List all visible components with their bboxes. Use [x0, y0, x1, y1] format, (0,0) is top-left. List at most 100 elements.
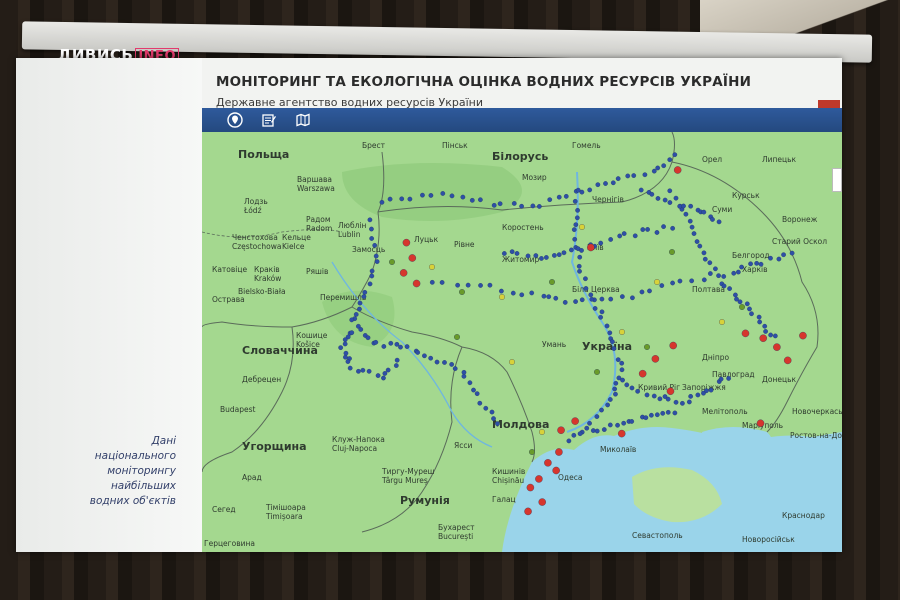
monitoring-point[interactable] — [643, 415, 649, 421]
monitoring-point[interactable] — [541, 293, 547, 299]
monitoring-point[interactable] — [638, 369, 647, 378]
monitoring-point[interactable] — [615, 422, 620, 428]
monitoring-point[interactable] — [575, 207, 580, 213]
monitoring-point[interactable] — [718, 376, 724, 382]
monitoring-point[interactable] — [666, 387, 675, 395]
monitoring-point[interactable] — [587, 420, 592, 426]
monitoring-point[interactable] — [607, 330, 613, 336]
monitoring-point[interactable] — [369, 236, 374, 241]
monitoring-point[interactable] — [747, 306, 752, 312]
monitoring-point[interactable] — [501, 251, 507, 256]
monitoring-point[interactable] — [607, 397, 613, 402]
monitoring-point[interactable] — [681, 203, 686, 209]
monitoring-point[interactable] — [399, 269, 408, 277]
monitoring-point[interactable] — [672, 152, 678, 158]
monitoring-point[interactable] — [393, 363, 399, 368]
monitoring-point[interactable] — [707, 271, 713, 276]
monitoring-point[interactable] — [741, 329, 750, 338]
monitoring-point[interactable] — [524, 507, 532, 516]
monitoring-point[interactable] — [579, 248, 584, 253]
monitoring-point[interactable] — [612, 386, 618, 392]
monitoring-point[interactable] — [595, 182, 601, 188]
monitoring-point[interactable] — [654, 279, 660, 285]
monitoring-point[interactable] — [697, 243, 703, 249]
monitoring-point[interactable] — [467, 380, 473, 386]
monitoring-point[interactable] — [387, 196, 393, 202]
monitoring-point[interactable] — [642, 172, 648, 178]
map-scrollbar[interactable] — [832, 168, 842, 192]
monitoring-point[interactable] — [546, 294, 552, 300]
monitoring-point[interactable] — [629, 385, 635, 391]
monitoring-point[interactable] — [544, 459, 552, 467]
monitoring-point[interactable] — [647, 288, 652, 294]
monitoring-point[interactable] — [695, 392, 701, 398]
monitoring-point[interactable] — [736, 269, 741, 275]
monitoring-point[interactable] — [563, 194, 569, 199]
monitoring-point[interactable] — [731, 270, 737, 276]
monitoring-point[interactable] — [590, 428, 596, 433]
monitoring-point[interactable] — [688, 203, 694, 209]
monitoring-point[interactable] — [574, 215, 580, 221]
monitoring-point[interactable] — [369, 226, 374, 232]
monitoring-point[interactable] — [404, 344, 410, 349]
monitoring-point[interactable] — [412, 279, 421, 288]
monitoring-point[interactable] — [343, 350, 349, 356]
monitoring-point[interactable] — [562, 300, 568, 305]
monitoring-point[interactable] — [361, 294, 367, 299]
monitoring-point[interactable] — [369, 268, 375, 274]
monitoring-point[interactable] — [342, 341, 348, 347]
monitoring-point[interactable] — [651, 393, 657, 399]
monitoring-point[interactable] — [529, 290, 535, 296]
monitoring-point[interactable] — [667, 157, 673, 163]
monitoring-point[interactable] — [759, 334, 767, 342]
monitoring-point[interactable] — [573, 299, 578, 304]
monitoring-point[interactable] — [630, 295, 635, 301]
monitoring-point[interactable] — [773, 343, 781, 351]
monitoring-point[interactable] — [739, 264, 744, 270]
monitoring-point[interactable] — [442, 360, 447, 365]
monitoring-map[interactable]: Польща Білорусь Україна Молдова Румунія … — [202, 132, 842, 552]
monitoring-point[interactable] — [789, 250, 795, 256]
monitoring-point[interactable] — [489, 409, 495, 415]
monitoring-point[interactable] — [592, 306, 598, 311]
monitoring-point[interactable] — [415, 350, 421, 355]
monitoring-point[interactable] — [483, 405, 489, 411]
monitoring-point[interactable] — [587, 187, 593, 193]
monitoring-point[interactable] — [721, 283, 727, 289]
monitoring-point[interactable] — [640, 227, 646, 232]
monitoring-point[interactable] — [702, 256, 708, 262]
monitoring-point[interactable] — [598, 240, 604, 246]
monitoring-point[interactable] — [374, 259, 380, 264]
monitoring-point[interactable] — [619, 294, 625, 299]
monitoring-point[interactable] — [349, 330, 355, 335]
monitoring-point[interactable] — [539, 256, 544, 261]
monitoring-point[interactable] — [687, 218, 693, 224]
monitoring-point[interactable] — [525, 253, 531, 259]
monitoring-point[interactable] — [756, 314, 762, 320]
monitoring-point[interactable] — [573, 222, 579, 228]
monitoring-point[interactable] — [604, 323, 610, 329]
monitoring-point[interactable] — [799, 331, 807, 340]
monitoring-point[interactable] — [660, 410, 666, 416]
monitoring-point[interactable] — [599, 296, 605, 302]
monitoring-point[interactable] — [530, 203, 536, 209]
monitoring-point[interactable] — [683, 211, 689, 217]
monitoring-point[interactable] — [721, 274, 727, 279]
monitoring-point[interactable] — [608, 237, 614, 242]
monitoring-point[interactable] — [471, 387, 476, 393]
monitoring-point[interactable] — [557, 426, 565, 434]
monitoring-point[interactable] — [716, 219, 722, 225]
monitoring-point[interactable] — [594, 428, 600, 434]
monitoring-point[interactable] — [399, 196, 405, 202]
monitoring-point[interactable] — [661, 224, 666, 229]
monitoring-point[interactable] — [538, 498, 546, 506]
monitoring-point[interactable] — [694, 239, 700, 244]
monitoring-point[interactable] — [649, 412, 654, 418]
monitoring-point[interactable] — [519, 292, 525, 298]
monitoring-point[interactable] — [499, 288, 504, 294]
monitoring-point[interactable] — [691, 231, 697, 236]
monitoring-point[interactable] — [449, 362, 455, 367]
monitoring-point[interactable] — [659, 283, 665, 288]
monitoring-point[interactable] — [762, 323, 768, 329]
monitoring-point[interactable] — [657, 396, 663, 402]
